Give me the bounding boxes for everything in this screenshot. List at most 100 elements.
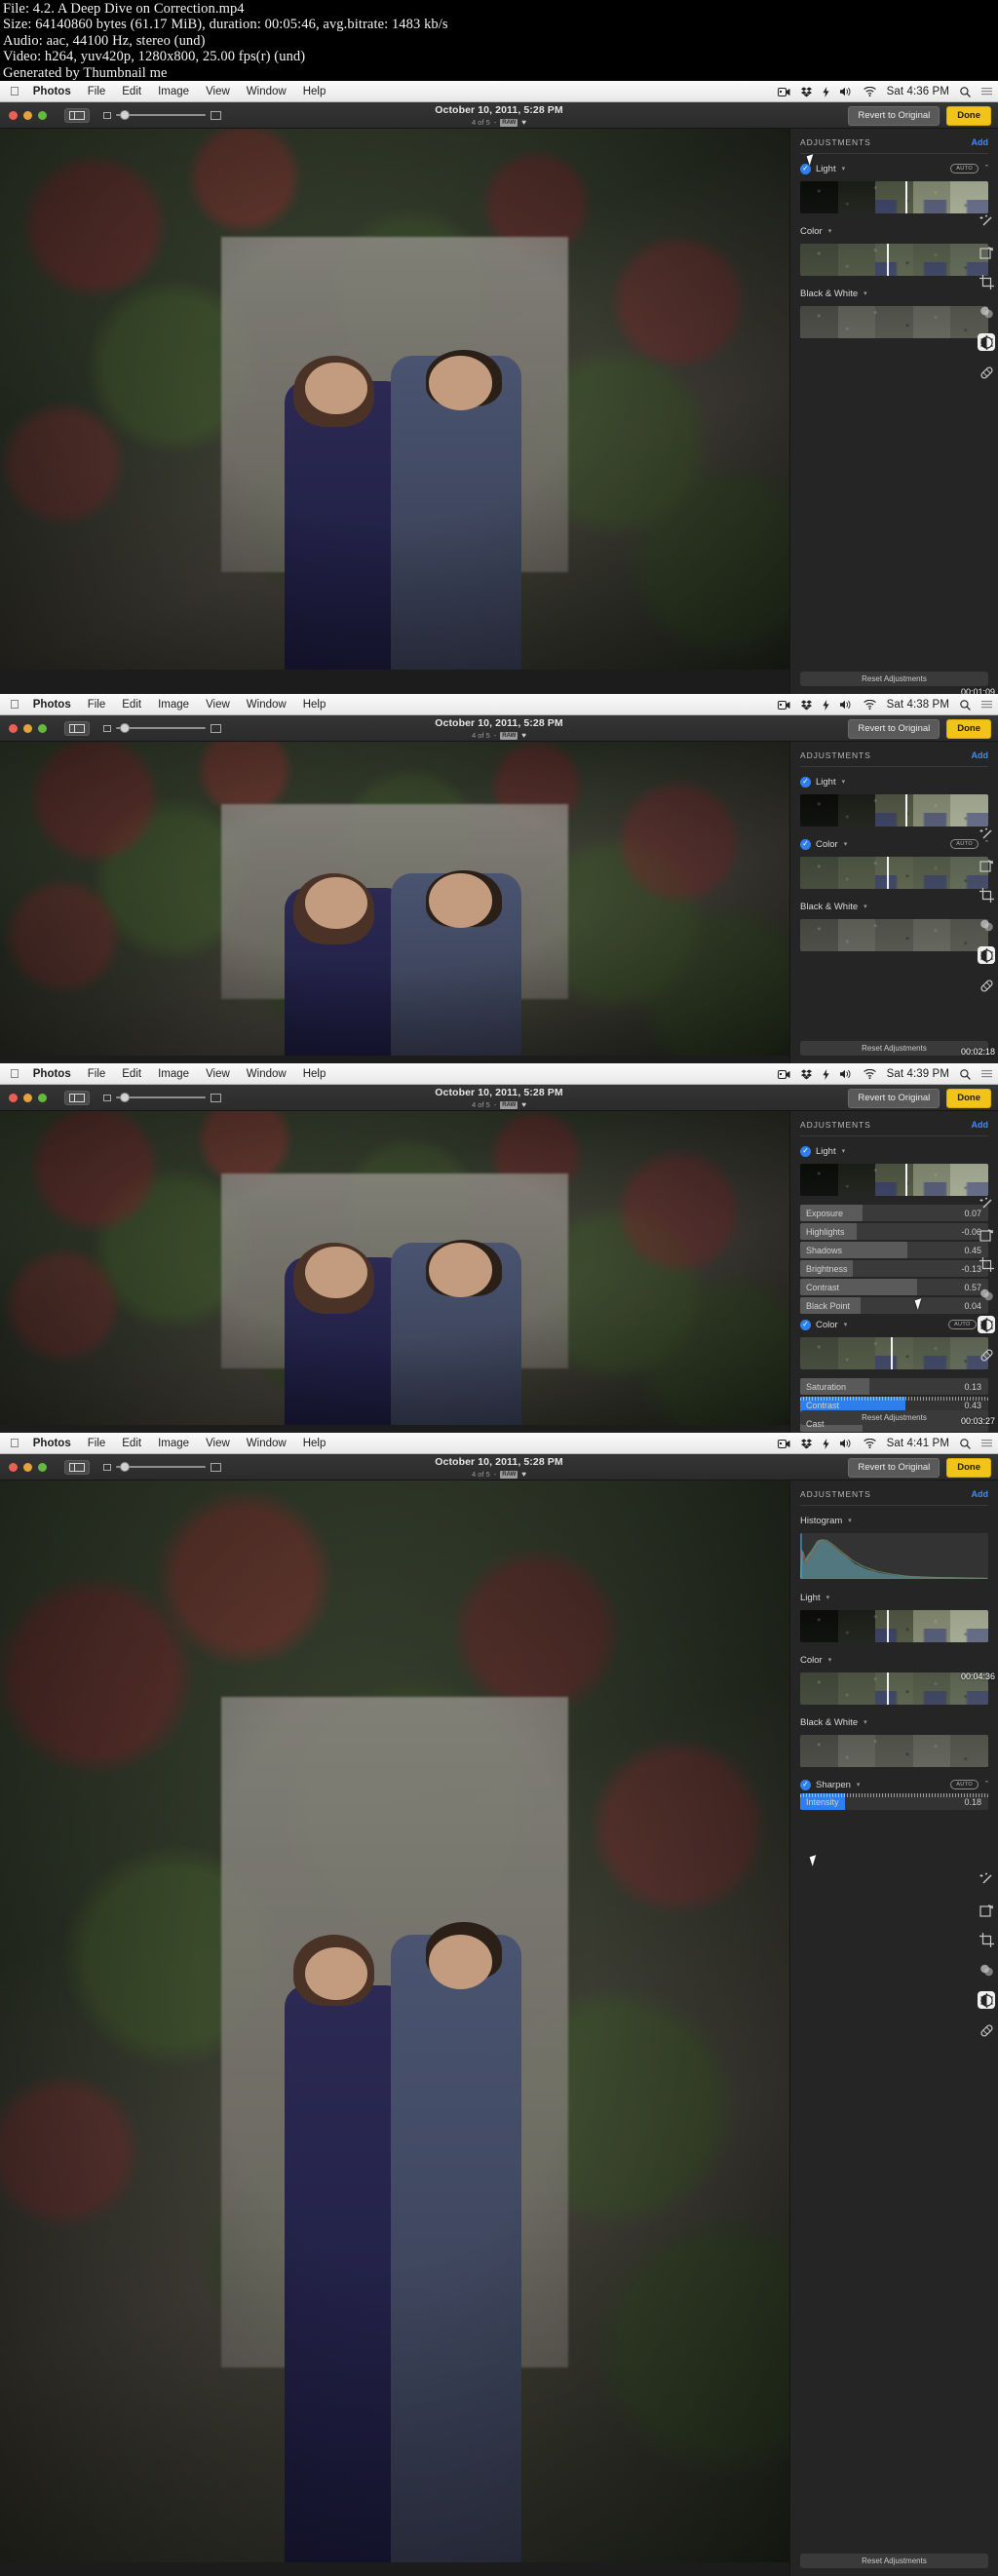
notification-center-icon[interactable] xyxy=(981,1439,992,1448)
menubar-item-window[interactable]: Window xyxy=(247,1068,287,1080)
menubar-item-edit[interactable]: Edit xyxy=(122,86,141,97)
photo-image[interactable] xyxy=(0,1480,789,2562)
menubar-item-view[interactable]: View xyxy=(206,1068,230,1080)
chevron-down-icon[interactable]: ▾ xyxy=(844,840,848,848)
section-header-light[interactable]: ✓ Light ▾ xyxy=(800,1142,988,1160)
color-strip-marker[interactable] xyxy=(890,1337,893,1369)
menubar-item-help[interactable]: Help xyxy=(303,1068,326,1080)
done-button[interactable]: Done xyxy=(946,105,991,126)
dropbox-icon[interactable] xyxy=(800,86,812,97)
rotate-icon[interactable] xyxy=(978,1901,995,1918)
wifi-icon[interactable] xyxy=(863,1439,876,1448)
chevron-down-icon[interactable]: ▾ xyxy=(864,289,867,297)
bw-preview-strip[interactable] xyxy=(800,1735,988,1767)
sidebar-toggle-icon[interactable] xyxy=(64,1459,90,1475)
heart-icon[interactable]: ♥ xyxy=(521,731,526,740)
color-strip-marker[interactable] xyxy=(886,244,889,276)
section-header-histogram[interactable]: Histogram ▾ xyxy=(800,1512,988,1529)
slider-light-highlights[interactable]: Highlights -0.06 xyxy=(800,1223,988,1240)
retouch-wand-icon[interactable] xyxy=(978,212,995,230)
thumbnail-zoom-slider[interactable] xyxy=(103,1462,221,1472)
wifi-icon[interactable] xyxy=(863,700,876,710)
slider-light-black-point[interactable]: Black Point 0.04 xyxy=(800,1297,988,1314)
zoom-slider-track[interactable] xyxy=(116,1462,206,1472)
screen-recording-icon[interactable] xyxy=(777,1069,790,1079)
menubar-item-image[interactable]: Image xyxy=(158,1438,189,1449)
section-header-bw[interactable]: Black & White ▾ xyxy=(800,1713,988,1731)
retouch-bandage-icon[interactable] xyxy=(978,364,995,381)
chevron-down-icon[interactable]: ▾ xyxy=(857,1781,861,1788)
light-preview-strip[interactable] xyxy=(800,794,988,827)
minimize-button[interactable] xyxy=(23,1462,32,1472)
apple-icon[interactable]:  xyxy=(10,1437,19,1449)
dropbox-icon[interactable] xyxy=(800,1438,812,1449)
color-preview-strip[interactable] xyxy=(800,244,988,276)
adjust-dial-icon[interactable] xyxy=(978,333,995,351)
section-header-bw[interactable]: Black & White ▾ xyxy=(800,285,988,302)
light-strip-marker[interactable] xyxy=(905,794,908,827)
notification-center-icon[interactable] xyxy=(981,700,992,710)
color-preview-strip[interactable] xyxy=(800,1337,988,1369)
slider-color-saturation[interactable]: Saturation 0.13 xyxy=(800,1378,988,1395)
color-preview-strip[interactable] xyxy=(800,857,988,889)
retouch-bandage-icon[interactable] xyxy=(978,1346,995,1364)
retouch-wand-icon[interactable] xyxy=(978,1870,995,1888)
search-icon[interactable] xyxy=(960,1068,971,1080)
menubar-item-photos[interactable]: Photos xyxy=(33,699,71,711)
zoom-button[interactable] xyxy=(38,1462,47,1472)
menubar-item-file[interactable]: File xyxy=(88,86,106,97)
sharpen-enabled-checkmark[interactable]: ✓ xyxy=(800,1779,811,1790)
revert-to-original-button[interactable]: Revert to Original xyxy=(848,1088,940,1108)
adjust-dial-icon[interactable] xyxy=(978,1316,995,1333)
menubar-item-photos[interactable]: Photos xyxy=(33,1438,71,1449)
slider-light-shadows[interactable]: Shadows 0.45 xyxy=(800,1242,988,1258)
sidebar-toggle-icon[interactable] xyxy=(64,107,90,123)
battery-icon[interactable] xyxy=(823,1438,829,1449)
zoom-slider-track[interactable] xyxy=(116,723,206,733)
retouch-bandage-icon[interactable] xyxy=(978,977,995,994)
light-preview-strip[interactable] xyxy=(800,181,988,213)
search-icon[interactable] xyxy=(960,86,971,97)
color-strip-marker[interactable] xyxy=(886,1672,889,1705)
bw-preview-strip[interactable] xyxy=(800,306,988,338)
menubar-item-edit[interactable]: Edit xyxy=(122,699,141,711)
photo-viewer[interactable] xyxy=(0,742,789,1063)
menubar-item-help[interactable]: Help xyxy=(303,86,326,97)
color-auto-button[interactable]: AUTO xyxy=(947,1319,977,1330)
reset-adjustments-button[interactable]: Reset Adjustments xyxy=(800,672,988,686)
close-button[interactable] xyxy=(9,1093,18,1102)
revert-to-original-button[interactable]: Revert to Original xyxy=(848,718,940,739)
section-header-light[interactable]: Light ▾ xyxy=(800,1589,988,1606)
crop-icon[interactable] xyxy=(978,1931,995,1948)
volume-icon[interactable] xyxy=(839,1439,853,1448)
light-enabled-checkmark[interactable]: ✓ xyxy=(800,776,811,788)
search-icon[interactable] xyxy=(960,699,971,711)
menubar-item-image[interactable]: Image xyxy=(158,1068,189,1080)
done-button[interactable]: Done xyxy=(946,1088,991,1108)
dropbox-icon[interactable] xyxy=(800,699,812,711)
revert-to-original-button[interactable]: Revert to Original xyxy=(848,1457,940,1478)
filters-icon[interactable] xyxy=(978,1961,995,1979)
chevron-down-icon[interactable]: ▾ xyxy=(844,1321,848,1328)
chevron-down-icon[interactable]: ▾ xyxy=(828,1656,832,1664)
menubar-item-view[interactable]: View xyxy=(206,699,230,711)
menubar-item-help[interactable]: Help xyxy=(303,699,326,711)
screen-recording-icon[interactable] xyxy=(777,700,790,710)
section-header-light[interactable]: ✓ Light ▾ xyxy=(800,773,988,790)
crop-icon[interactable] xyxy=(978,886,995,904)
filters-icon[interactable] xyxy=(978,916,995,934)
revert-to-original-button[interactable]: Revert to Original xyxy=(848,105,940,126)
chevron-down-icon[interactable]: ▾ xyxy=(842,1147,846,1155)
section-header-bw[interactable]: Black & White ▾ xyxy=(800,898,988,915)
photo-viewer[interactable] xyxy=(0,1111,789,1433)
rotate-icon[interactable] xyxy=(978,856,995,873)
chevron-down-icon[interactable]: ▾ xyxy=(842,165,846,173)
menubar-item-window[interactable]: Window xyxy=(247,86,287,97)
section-header-color[interactable]: Color ▾ xyxy=(800,222,988,240)
close-button[interactable] xyxy=(9,1462,18,1472)
dropbox-icon[interactable] xyxy=(800,1068,812,1080)
light-strip-marker[interactable] xyxy=(886,1610,889,1642)
adjust-dial-icon[interactable] xyxy=(978,946,995,964)
light-strip-marker[interactable] xyxy=(905,181,908,213)
rotate-icon[interactable] xyxy=(978,243,995,260)
